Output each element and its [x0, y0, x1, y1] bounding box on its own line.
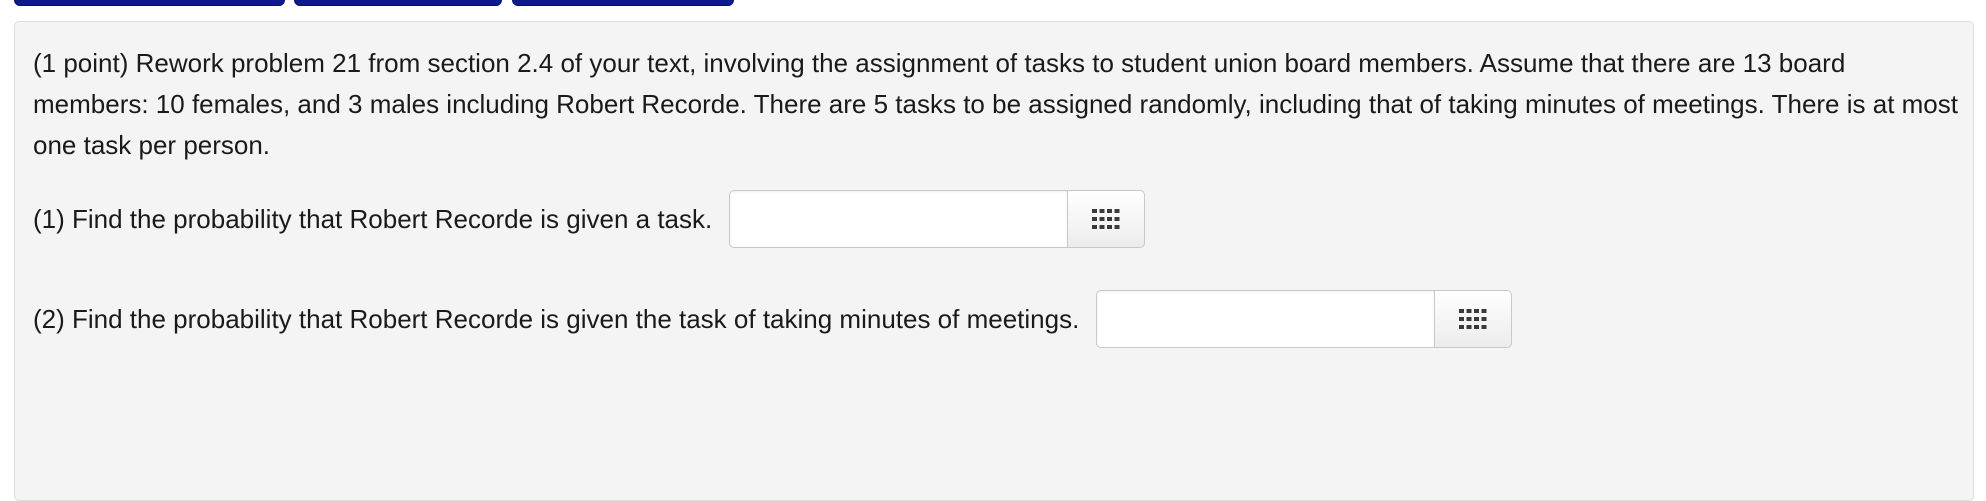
nav-tab-2[interactable] — [294, 0, 502, 6]
keypad-grid-icon — [1459, 309, 1487, 329]
problem-statement: (1 point) Rework problem 21 from section… — [33, 48, 1958, 160]
answer-input-1[interactable] — [729, 190, 1068, 248]
problem-panel: (1 point) Rework problem 21 from section… — [14, 21, 1974, 501]
nav-tab-1[interactable] — [14, 0, 285, 6]
answer-input-2[interactable] — [1096, 290, 1435, 348]
answer-group-2 — [1096, 290, 1513, 348]
top-nav-tabs — [0, 0, 1986, 8]
question-1-text: (1) Find the probability that Robert Rec… — [33, 204, 713, 234]
keypad-button-1[interactable] — [1067, 190, 1146, 248]
answer-group-1 — [729, 190, 1146, 248]
keypad-grid-icon — [1092, 209, 1120, 229]
question-1: (1) Find the probability that Robert Rec… — [33, 190, 1146, 248]
question-2-text: (2) Find the probability that Robert Rec… — [33, 304, 1080, 334]
keypad-button-2[interactable] — [1434, 290, 1513, 348]
question-2: (2) Find the probability that Robert Rec… — [33, 290, 1513, 348]
nav-tab-3[interactable] — [512, 0, 734, 6]
